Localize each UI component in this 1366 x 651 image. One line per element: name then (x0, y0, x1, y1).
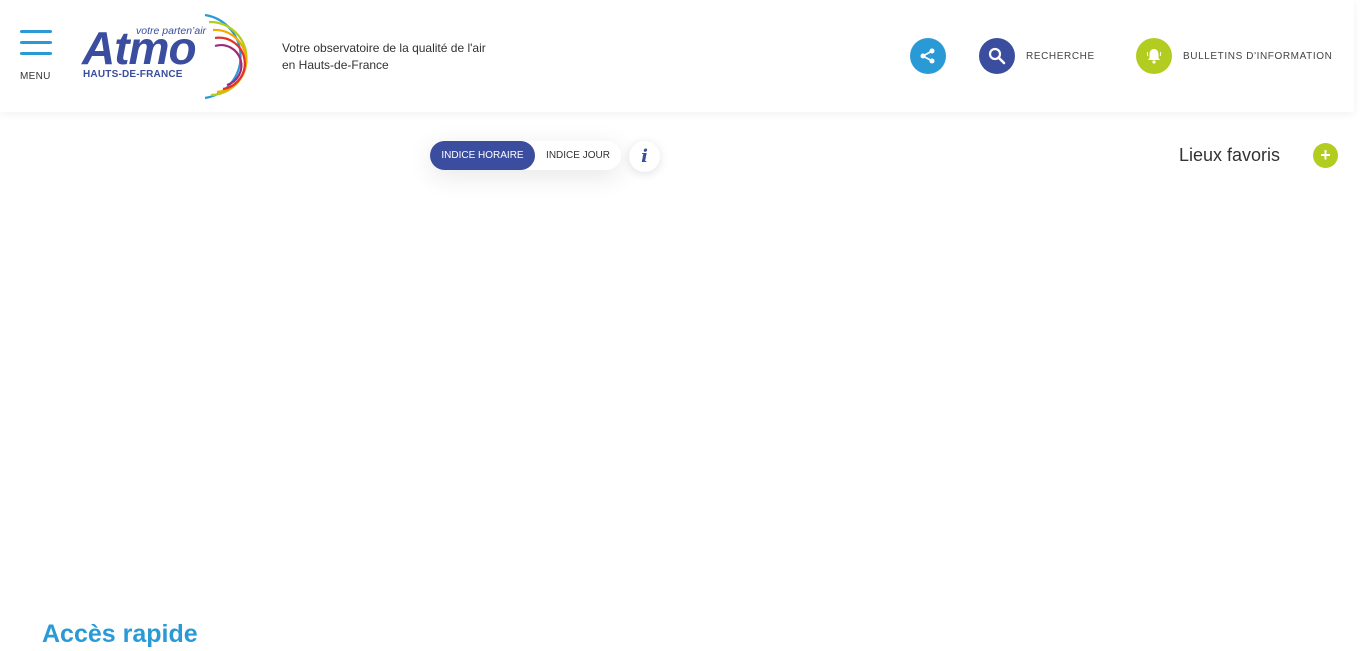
index-jour-option[interactable]: INDICE JOUR (535, 141, 621, 170)
bulletins-link-label[interactable]: BULLETINS D'INFORMATION (1183, 51, 1332, 62)
index-toggle: INDICE HORAIRE INDICE JOUR (430, 141, 621, 170)
tagline-line-1: Votre observatoire de la qualité de l'ai… (282, 41, 486, 55)
site-header: MENU votre parten’air Atmo HAUTS-DE-FRAN… (0, 0, 1354, 112)
share-button[interactable] (910, 38, 946, 74)
bulletins-button[interactable] (1136, 38, 1172, 74)
quick-access-title: Accès rapide (42, 620, 198, 648)
site-tagline: Votre observatoire de la qualité de l'ai… (282, 40, 522, 74)
search-link-label[interactable]: RECHERCHE (1026, 51, 1095, 62)
favorites-title: Lieux favoris (1179, 145, 1281, 165)
hamburger-icon-bar (20, 52, 52, 55)
index-horaire-option[interactable]: INDICE HORAIRE (430, 141, 535, 170)
menu-button[interactable]: MENU (19, 30, 53, 84)
hamburger-icon-bar (20, 30, 52, 33)
add-favorite-button[interactable]: + (1313, 143, 1338, 168)
hamburger-icon-bar (20, 41, 52, 44)
info-button[interactable]: i (629, 141, 660, 172)
search-icon (988, 47, 1006, 65)
tagline-line-2: en Hauts-de-France (282, 58, 389, 72)
menu-label: MENU (20, 71, 51, 82)
bell-icon (1146, 49, 1162, 64)
share-icon (920, 48, 935, 64)
logo-region: HAUTS-DE-FRANCE (83, 69, 183, 80)
atmo-logo[interactable]: votre parten’air Atmo HAUTS-DE-FRANCE (80, 12, 252, 102)
search-button[interactable] (979, 38, 1015, 74)
logo-wordmark: Atmo (82, 22, 197, 74)
